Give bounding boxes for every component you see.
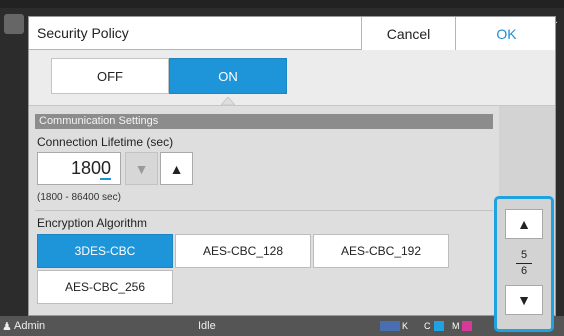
user-name: Admin [14, 320, 46, 332]
policy-toggle: OFF ON [29, 50, 555, 105]
connection-lifetime-label: Connection Lifetime (sec) [37, 135, 174, 149]
ok-button[interactable]: OK [455, 17, 555, 50]
ink-level-m [462, 321, 472, 331]
ink-level-k [380, 321, 400, 331]
text-cursor [100, 178, 111, 180]
algorithm-aes-cbc-128[interactable]: AES-CBC_128 [175, 234, 311, 268]
connection-lifetime-input[interactable]: 1800 [37, 152, 121, 185]
decrease-button[interactable]: ▼ [125, 152, 158, 185]
lifetime-range-note: (1800 - 86400 sec) [37, 192, 121, 203]
section-header: Communication Settings [35, 114, 493, 129]
increase-button[interactable]: ▲ [160, 152, 193, 185]
page-indicator: 5 6 [505, 249, 543, 278]
triangle-down-icon: ▼ [517, 292, 531, 308]
algorithm-3des-cbc[interactable]: 3DES-CBC [37, 234, 173, 268]
algorithm-aes-cbc-192[interactable]: AES-CBC_192 [313, 234, 449, 268]
ink-label-k: K [402, 321, 409, 331]
scroll-down-button[interactable]: ▼ [505, 285, 543, 315]
background-top-bar [0, 0, 564, 8]
ink-level-c [434, 321, 444, 331]
page-scroll-control: ▲ 5 6 ▼ [494, 196, 554, 332]
current-page: 5 [520, 249, 528, 261]
triangle-up-icon: ▲ [169, 160, 184, 177]
dialog-header: Security Policy Cancel OK [29, 17, 555, 50]
ink-label-c: C [424, 321, 431, 331]
security-policy-dialog: Security Policy Cancel OK OFF ON Communi… [28, 16, 556, 316]
divider [35, 210, 493, 211]
off-button[interactable]: OFF [51, 58, 169, 94]
total-pages: 6 [520, 265, 528, 277]
connection-lifetime-value: 1800 [70, 158, 111, 178]
algorithm-aes-cbc-256[interactable]: AES-CBC_256 [37, 270, 173, 304]
background-icon [4, 14, 24, 34]
scroll-up-button[interactable]: ▲ [505, 209, 543, 239]
encryption-algorithm-label: Encryption Algorithm [37, 216, 148, 230]
ink-label-m: M [452, 321, 460, 331]
dialog-title: Security Policy [37, 25, 129, 41]
user-icon: ♟ [2, 321, 12, 333]
triangle-up-icon: ▲ [517, 216, 531, 232]
on-button[interactable]: ON [169, 58, 287, 94]
toggle-pointer-icon [221, 97, 235, 105]
machine-status: Idle [198, 320, 216, 332]
cancel-button[interactable]: Cancel [361, 17, 455, 50]
status-bar: ♟ Admin Idle K C M [0, 316, 564, 336]
fraction-line [516, 263, 532, 264]
triangle-down-icon: ▼ [134, 160, 149, 177]
settings-panel: Communication Settings Connection Lifeti… [29, 105, 555, 315]
